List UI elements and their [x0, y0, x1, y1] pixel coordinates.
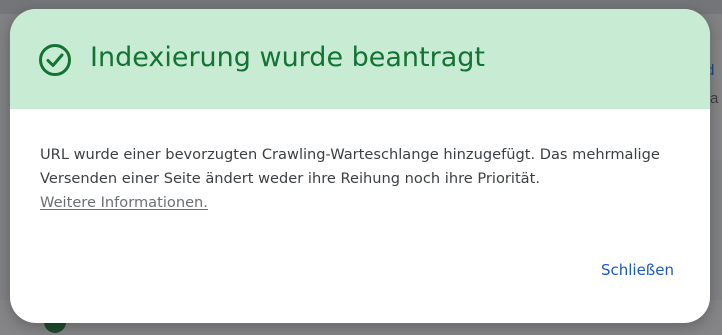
dialog-header: Indexierung wurde beantragt [10, 9, 710, 109]
dialog-body: URL wurde einer bevorzugten Crawling-War… [40, 143, 690, 215]
close-button[interactable]: Schließen [593, 255, 682, 285]
indexing-requested-dialog: Indexierung wurde beantragt URL wurde ei… [10, 9, 710, 323]
learn-more-link[interactable]: Weitere Informationen. [40, 191, 208, 215]
dialog-title: Indexierung wurde beantragt [90, 42, 486, 73]
check-circle-icon [39, 44, 71, 76]
dialog-message: URL wurde einer bevorzugten Crawling-War… [40, 146, 660, 187]
